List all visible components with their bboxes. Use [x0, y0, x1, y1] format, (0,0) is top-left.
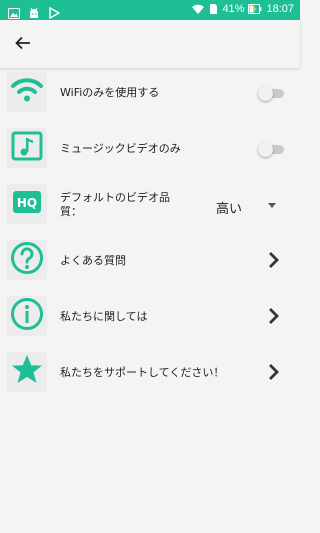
wifi-only-label: WiFiのみを使用する	[60, 86, 160, 99]
wifi-icon	[191, 3, 205, 15]
wifi-tile	[7, 72, 47, 112]
setting-about[interactable]: 私たちに関しては	[0, 296, 300, 352]
dropdown-arrow-icon[interactable]	[268, 203, 276, 208]
wifi-icon	[10, 76, 44, 108]
music-note-icon	[11, 131, 43, 165]
hq-icon: HQ	[12, 190, 42, 218]
svg-text:HQ: HQ	[17, 196, 37, 210]
chevron-right-icon[interactable]	[266, 362, 282, 382]
wifi-only-toggle[interactable]	[258, 86, 286, 101]
faq-label: よくある質問	[60, 254, 126, 267]
faq-tile	[7, 240, 47, 280]
arrow-left-icon	[15, 35, 31, 54]
music-video-tile	[7, 128, 47, 168]
quality-tile: HQ	[7, 184, 47, 224]
info-circle-icon	[10, 297, 44, 335]
status-bar: 41% 18:07	[0, 0, 300, 20]
star-icon	[10, 353, 44, 391]
music-video-only-label: ミュージックビデオのみ	[60, 142, 181, 155]
battery-charging-icon	[248, 3, 262, 15]
sim-icon	[209, 3, 218, 15]
quality-select-value[interactable]: 高い	[216, 198, 242, 217]
app-bar	[0, 20, 300, 68]
music-video-only-toggle[interactable]	[258, 142, 286, 157]
chevron-right-icon[interactable]	[266, 306, 282, 326]
android-icon	[28, 4, 40, 18]
play-store-icon	[48, 4, 61, 20]
setting-faq[interactable]: よくある質問	[0, 240, 300, 296]
chevron-right-icon[interactable]	[266, 250, 282, 270]
image-icon	[8, 4, 20, 19]
support-label: 私たちをサポートしてください！	[60, 366, 225, 379]
about-tile	[7, 296, 47, 336]
support-tile	[7, 352, 47, 392]
setting-music-video-only[interactable]: ミュージックビデオのみ	[0, 128, 300, 184]
setting-wifi-only[interactable]: WiFiのみを使用する	[0, 72, 300, 128]
setting-support[interactable]: 私たちをサポートしてください！	[0, 352, 300, 408]
question-circle-icon	[10, 241, 44, 279]
back-button[interactable]	[10, 32, 36, 56]
about-label: 私たちに関しては	[60, 310, 148, 323]
battery-percent: 41%	[222, 3, 245, 15]
clock: 18:07	[266, 3, 294, 15]
default-quality-label: デフォルトのビデオ品質：	[60, 191, 170, 218]
setting-default-quality[interactable]: HQ デフォルトのビデオ品質： 高い	[0, 184, 300, 240]
